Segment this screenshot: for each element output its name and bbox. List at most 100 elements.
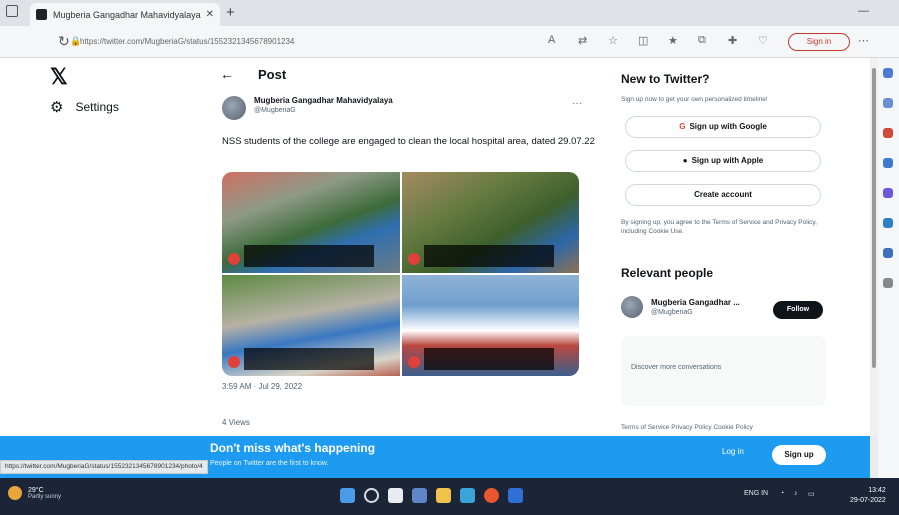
x-favicon-icon [36,9,47,20]
new-tab-button[interactable]: + [226,4,235,21]
add-sidebar-icon[interactable] [883,278,893,288]
system-clock[interactable]: 13:42 29-07-2022 [850,486,886,506]
favorite-icon[interactable]: ☆ [608,34,618,47]
wifi-icon[interactable]: ◔ [780,490,784,497]
create-account-button[interactable]: Create account [625,184,821,206]
task-view-icon[interactable] [388,488,403,503]
settings-more-icon[interactable]: ⋯ [858,34,869,47]
photo-caption-overlay [423,245,554,267]
edge-icon[interactable] [460,488,475,503]
search-icon[interactable] [364,488,379,503]
widgets-icon[interactable] [412,488,427,503]
signup-button[interactable]: Sign up [772,445,826,465]
map-pin-icon [228,253,240,265]
post-photo-4[interactable] [401,275,579,376]
favorites-icon[interactable]: ★ [668,34,678,47]
weather-temp: 29°C [28,486,44,494]
person-name[interactable]: Mugberia Gangadhar ... [651,298,740,307]
post-header: ← Post [220,66,286,82]
google-signup-label: Sign up with Google [689,122,767,131]
clock-date: 29-07-2022 [850,497,886,504]
weather-widget[interactable]: 29°C Partly sunny [8,486,61,500]
relevant-people-heading: Relevant people [621,266,714,280]
photo-caption-overlay [244,245,374,267]
tab-actions-button[interactable] [6,5,18,17]
shopping-icon[interactable] [883,128,893,138]
photo-caption-overlay [244,348,374,370]
browser-tab-bar: Mugberia Gangadhar Mahavidyalaya ✕ + — [0,0,899,26]
browser-essentials-icon[interactable]: ♡ [758,34,768,47]
address-bar-row: ↻ 🔒 https://twitter.com/MugberiaG/status… [0,26,899,58]
tools-icon[interactable] [883,158,893,168]
apple-signup-button[interactable]: ● Sign up with Apple [625,150,821,172]
clock-time: 13:42 [868,487,886,494]
discover-text: Discover more conversations [631,364,722,371]
map-pin-icon [228,356,240,368]
avatar[interactable] [621,296,643,318]
google-icon: G [679,122,686,131]
outlook-icon[interactable] [883,248,893,258]
avatar[interactable] [222,96,246,120]
chrome-icon[interactable] [484,488,499,503]
x-logo-icon[interactable]: 𝕏 [50,64,68,90]
sidebar-item-label: Settings [75,100,119,114]
right-sidebar: New to Twitter? Sign up now to get your … [615,58,835,436]
edge-sidebar [878,58,899,478]
battery-icon[interactable]: ▭ [808,490,815,498]
volume-icon[interactable]: ♪ [794,490,798,497]
file-explorer-icon[interactable] [436,488,451,503]
post-photo-2[interactable] [401,172,579,273]
extensions-icon[interactable]: ✚ [728,34,737,47]
post-author[interactable]: Mugberia Gangadhar Mahavidyalaya @Mugber… [222,96,393,120]
footer-links[interactable]: Terms of Service Privacy Policy Cookie P… [621,424,753,431]
url-field[interactable]: https://twitter.com/MugberiaG/status/155… [80,34,540,50]
discover-icon[interactable] [883,98,893,108]
map-pin-icon [407,356,420,368]
author-name[interactable]: Mugberia Gangadhar Mahavidyalaya [254,96,393,105]
person-handle[interactable]: @MugberiaG [651,309,740,316]
language-indicator[interactable]: ENG IN [744,490,768,497]
login-link[interactable]: Log in [722,447,744,456]
games-icon[interactable] [883,188,893,198]
scrollbar-thumb[interactable] [872,68,876,368]
banner-subtitle: People on Twitter are the first to know. [210,460,329,467]
profile-signin-button[interactable]: Sign in [788,33,850,51]
page-title: Post [258,66,287,82]
apple-icon: ● [682,156,688,165]
back-arrow-icon[interactable]: ← [220,66,234,82]
status-url-tooltip: https://twitter.com/MugberiaG/status/155… [0,460,208,474]
post-text: NSS students of the college are engaged … [222,136,595,147]
sidebar-item-settings[interactable]: ⚙ Settings [50,98,119,116]
author-handle[interactable]: @MugberiaG [254,107,393,114]
page-scrollbar[interactable] [870,58,878,436]
post-timestamp[interactable]: 3:59 AM · Jul 29, 2022 [222,382,302,391]
terms-text: By signing up, you agree to the Terms of… [621,219,817,235]
collections-icon[interactable]: ⧉ [698,34,706,47]
twitter-page: 𝕏 ⚙ Settings ← Post Mugberia Gangadhar M… [0,58,870,436]
more-options-icon[interactable]: ··· [572,98,582,109]
minimize-button[interactable]: — [858,5,869,17]
new-to-twitter-heading: New to Twitter? [621,72,710,86]
post-column: ← Post Mugberia Gangadhar Mahavidyalaya … [210,58,605,436]
search-icon[interactable] [883,68,893,78]
new-to-twitter-subtext: Sign up now to get your own personalized… [621,96,768,103]
tab-close-icon[interactable]: ✕ [206,9,214,20]
browser-tab[interactable]: Mugberia Gangadhar Mahavidyalaya ✕ [30,3,220,26]
post-photo-1[interactable] [222,172,400,273]
relevant-person[interactable]: Mugberia Gangadhar ... @MugberiaG [621,296,740,318]
photo-caption-overlay [423,348,554,370]
map-pin-icon [407,253,420,265]
split-screen-icon[interactable]: ◫ [638,34,648,47]
weather-desc: Partly sunny [28,493,62,500]
gear-icon: ⚙ [50,99,64,116]
windows-taskbar: 29°C Partly sunny ENG IN ◔ ♪ ▭ 13:42 29-… [0,478,899,515]
follow-button[interactable]: Follow [773,301,823,319]
app-icon[interactable] [508,488,523,503]
start-icon[interactable] [340,488,355,503]
read-aloud-icon[interactable]: A [548,34,555,46]
office-icon[interactable] [883,218,893,228]
reload-icon[interactable]: ↻ [58,33,70,50]
translate-icon[interactable]: ⇄ [578,34,587,47]
google-signup-button[interactable]: G Sign up with Google [625,116,821,138]
post-photo-3[interactable] [222,275,400,376]
